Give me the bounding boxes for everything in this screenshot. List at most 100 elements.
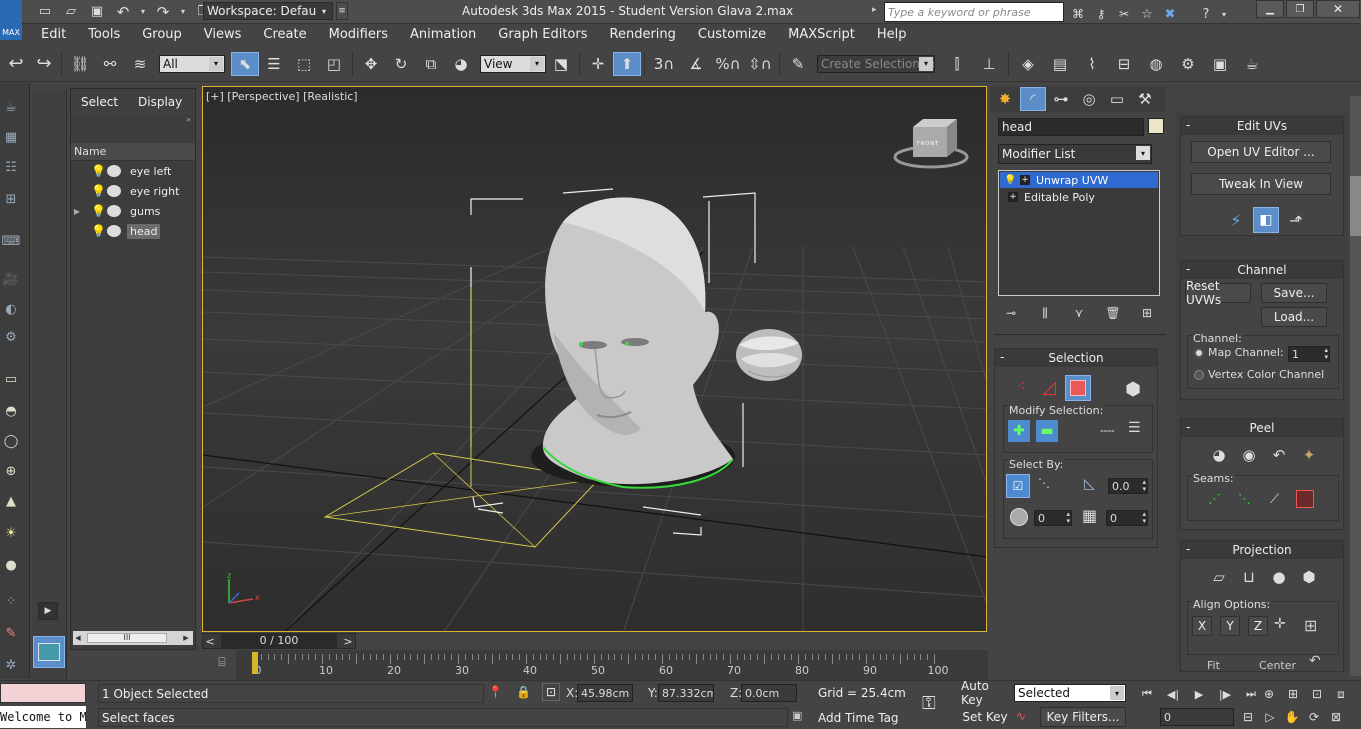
- curve-editor-icon[interactable]: ⌇: [1076, 52, 1108, 76]
- spherical-map-icon[interactable]: ●: [1267, 565, 1291, 589]
- planar-map-icon[interactable]: ▱: [1207, 565, 1231, 589]
- layer-manager-icon[interactable]: ◈: [1012, 52, 1044, 76]
- play-icon[interactable]: ▶: [1188, 685, 1210, 703]
- plane-icon[interactable]: ▭: [0, 369, 22, 389]
- expand-plus-icon[interactable]: +: [1020, 175, 1030, 185]
- peel-title[interactable]: - Peel: [1181, 419, 1343, 437]
- cone-icon[interactable]: ▲: [0, 491, 22, 511]
- perspective-viewport[interactable]: [+] [Perspective] [Realistic] FRONT x z: [202, 86, 987, 632]
- set-key-button[interactable]: Set Key: [960, 707, 1010, 727]
- ignore-backfacing-icon[interactable]: ⋱: [1038, 476, 1050, 490]
- scroll-left-icon[interactable]: ◀: [73, 634, 83, 642]
- app-logo[interactable]: MAX: [0, 0, 22, 40]
- teapot-icon[interactable]: ☕: [0, 97, 22, 117]
- trackbar[interactable]: 0 10 20 30 40 50 60 70 80 90 100: [236, 650, 988, 680]
- face-mode-icon[interactable]: [1065, 375, 1091, 401]
- reset-projection-icon[interactable]: ↶: [1309, 653, 1321, 669]
- workspace-dropdown[interactable]: Workspace: Default ▾: [203, 2, 333, 20]
- save-icon[interactable]: ▣: [86, 0, 108, 24]
- peel-mode-icon[interactable]: ◕: [1207, 443, 1231, 467]
- z-coordinate-field[interactable]: 0.0cm: [741, 684, 797, 702]
- redo-icon[interactable]: ↷: [152, 0, 174, 24]
- undo-icon[interactable]: ↶: [112, 0, 134, 24]
- curve-editor-mini-icon[interactable]: ⌸: [214, 654, 230, 670]
- visibility-bulb-icon[interactable]: 💡: [91, 204, 106, 218]
- help-icon[interactable]: ?: [1196, 2, 1216, 26]
- move-icon[interactable]: ✥: [356, 52, 386, 76]
- ring-selection-icon[interactable]: ☰: [1128, 420, 1141, 436]
- align-to-view-icon[interactable]: ⊞: [1304, 616, 1317, 635]
- visibility-bulb-icon[interactable]: 💡: [91, 184, 106, 198]
- select-by-name-icon[interactable]: ☰: [259, 52, 289, 76]
- menu-tools[interactable]: Tools: [77, 24, 131, 46]
- quick-access-menu-icon[interactable]: ≡: [336, 2, 348, 20]
- maxscript-listener[interactable]: [0, 683, 86, 703]
- pan-icon[interactable]: ✋: [1282, 708, 1302, 726]
- reset-uvws-button[interactable]: Reset UVWs: [1185, 279, 1251, 307]
- load-uvs-button[interactable]: Load...: [1261, 307, 1327, 327]
- tab-utilities-icon[interactable]: ⚒: [1132, 87, 1158, 111]
- select-manipulate-icon[interactable]: ✛: [583, 52, 613, 76]
- link-icon[interactable]: ⛓: [65, 52, 95, 76]
- modifier-stack-item-active[interactable]: 💡 + Unwrap UVW: [1000, 172, 1158, 188]
- select-object-icon[interactable]: ⬉: [231, 51, 259, 76]
- select-by-element-icon[interactable]: ☑: [1006, 474, 1030, 498]
- frame-counter[interactable]: 0 / 100: [221, 634, 337, 648]
- quick-planar-map-icon[interactable]: ◧: [1253, 207, 1279, 233]
- menu-maxscript[interactable]: MAXScript: [777, 24, 866, 46]
- y-coordinate-field[interactable]: 87.332cm: [658, 684, 714, 702]
- redo-dropdown-icon[interactable]: ▾: [178, 0, 188, 24]
- scene-explorer-icon[interactable]: ▤: [1044, 52, 1076, 76]
- sun-icon[interactable]: ☀: [0, 523, 22, 543]
- unlink-icon[interactable]: ⚯: [95, 52, 125, 76]
- bulb-icon[interactable]: 💡: [1004, 175, 1016, 186]
- align-to-plane-icon[interactable]: ⬏: [1285, 209, 1307, 231]
- viewport-layout-icon[interactable]: [33, 636, 65, 668]
- named-selection-sets-dropdown[interactable]: Create Selection Se ▾: [817, 54, 935, 73]
- edge-sel-to-seams-icon[interactable]: ⋱: [1238, 492, 1251, 507]
- spinner-icon[interactable]: ▴ ▾: [1324, 347, 1328, 361]
- menu-graph-editors[interactable]: Graph Editors: [487, 24, 598, 46]
- go-to-start-icon[interactable]: ⏮: [1136, 685, 1158, 703]
- zoom-extents-all-icon[interactable]: ⧈: [1330, 685, 1352, 703]
- place-icon[interactable]: ◕: [446, 52, 476, 76]
- key-icon[interactable]: ⚷: [1091, 2, 1111, 26]
- vertex-mode-icon[interactable]: ⁖: [1009, 375, 1033, 399]
- visibility-bulb-icon[interactable]: 💡: [91, 224, 106, 238]
- make-unique-icon[interactable]: ⋎: [1068, 304, 1090, 322]
- smoothing-group-input[interactable]: 0 ▴ ▾: [1034, 510, 1072, 526]
- list-item[interactable]: ▶ 💡 gums: [71, 201, 195, 221]
- reset-peel-icon[interactable]: ↶: [1267, 443, 1291, 467]
- orbit-icon[interactable]: ⟳: [1304, 708, 1324, 726]
- spinner-icon[interactable]: ▴ ▾: [1066, 511, 1070, 525]
- schematic-view-icon[interactable]: ⊟: [1108, 52, 1140, 76]
- loop-selection-icon[interactable]: ╌╌: [1100, 424, 1114, 438]
- tab-create-icon[interactable]: ✸: [992, 87, 1018, 111]
- previous-key-icon[interactable]: ◀|: [1162, 685, 1184, 703]
- rendered-frame-icon[interactable]: ▣: [1204, 52, 1236, 76]
- isolate-selection-icon[interactable]: 📍: [488, 685, 503, 699]
- point-to-point-seam-icon[interactable]: ⋰: [1208, 492, 1221, 507]
- vertex-color-radio[interactable]: [1194, 370, 1204, 380]
- sphere-icon[interactable]: ◐: [0, 299, 22, 319]
- element-mode-icon[interactable]: ⬢: [1121, 377, 1145, 401]
- scroll-thumb[interactable]: III: [87, 633, 167, 643]
- shrink-selection-icon[interactable]: ▬: [1036, 420, 1058, 442]
- graph-icon[interactable]: ⌨: [0, 231, 22, 251]
- new-file-icon[interactable]: ▭: [34, 0, 56, 24]
- modifier-stack-item[interactable]: + Editable Poly: [1000, 189, 1158, 205]
- undo-toolbar-icon[interactable]: ↩: [2, 52, 30, 76]
- configure-modifier-sets-icon[interactable]: ⊞: [1136, 304, 1158, 322]
- pivot-center-icon[interactable]: ⬔: [546, 52, 576, 76]
- pelt-map-icon[interactable]: ✦: [1297, 443, 1321, 467]
- peel-auto-icon[interactable]: ◉: [1237, 443, 1261, 467]
- tab-hierarchy-icon[interactable]: ⊶: [1048, 87, 1074, 111]
- key-filters-button[interactable]: Key Filters...: [1040, 707, 1126, 727]
- expand-arrow-icon[interactable]: ▶: [71, 207, 83, 216]
- bind-space-warp-icon[interactable]: ≋: [125, 52, 155, 76]
- redo-toolbar-icon[interactable]: ↪: [30, 52, 58, 76]
- calendar-icon[interactable]: ▦: [0, 127, 22, 147]
- edge-mode-icon[interactable]: ◿: [1037, 375, 1061, 399]
- x-coordinate-field[interactable]: 45.98cm: [577, 684, 633, 702]
- align-y-button[interactable]: Y: [1220, 616, 1240, 636]
